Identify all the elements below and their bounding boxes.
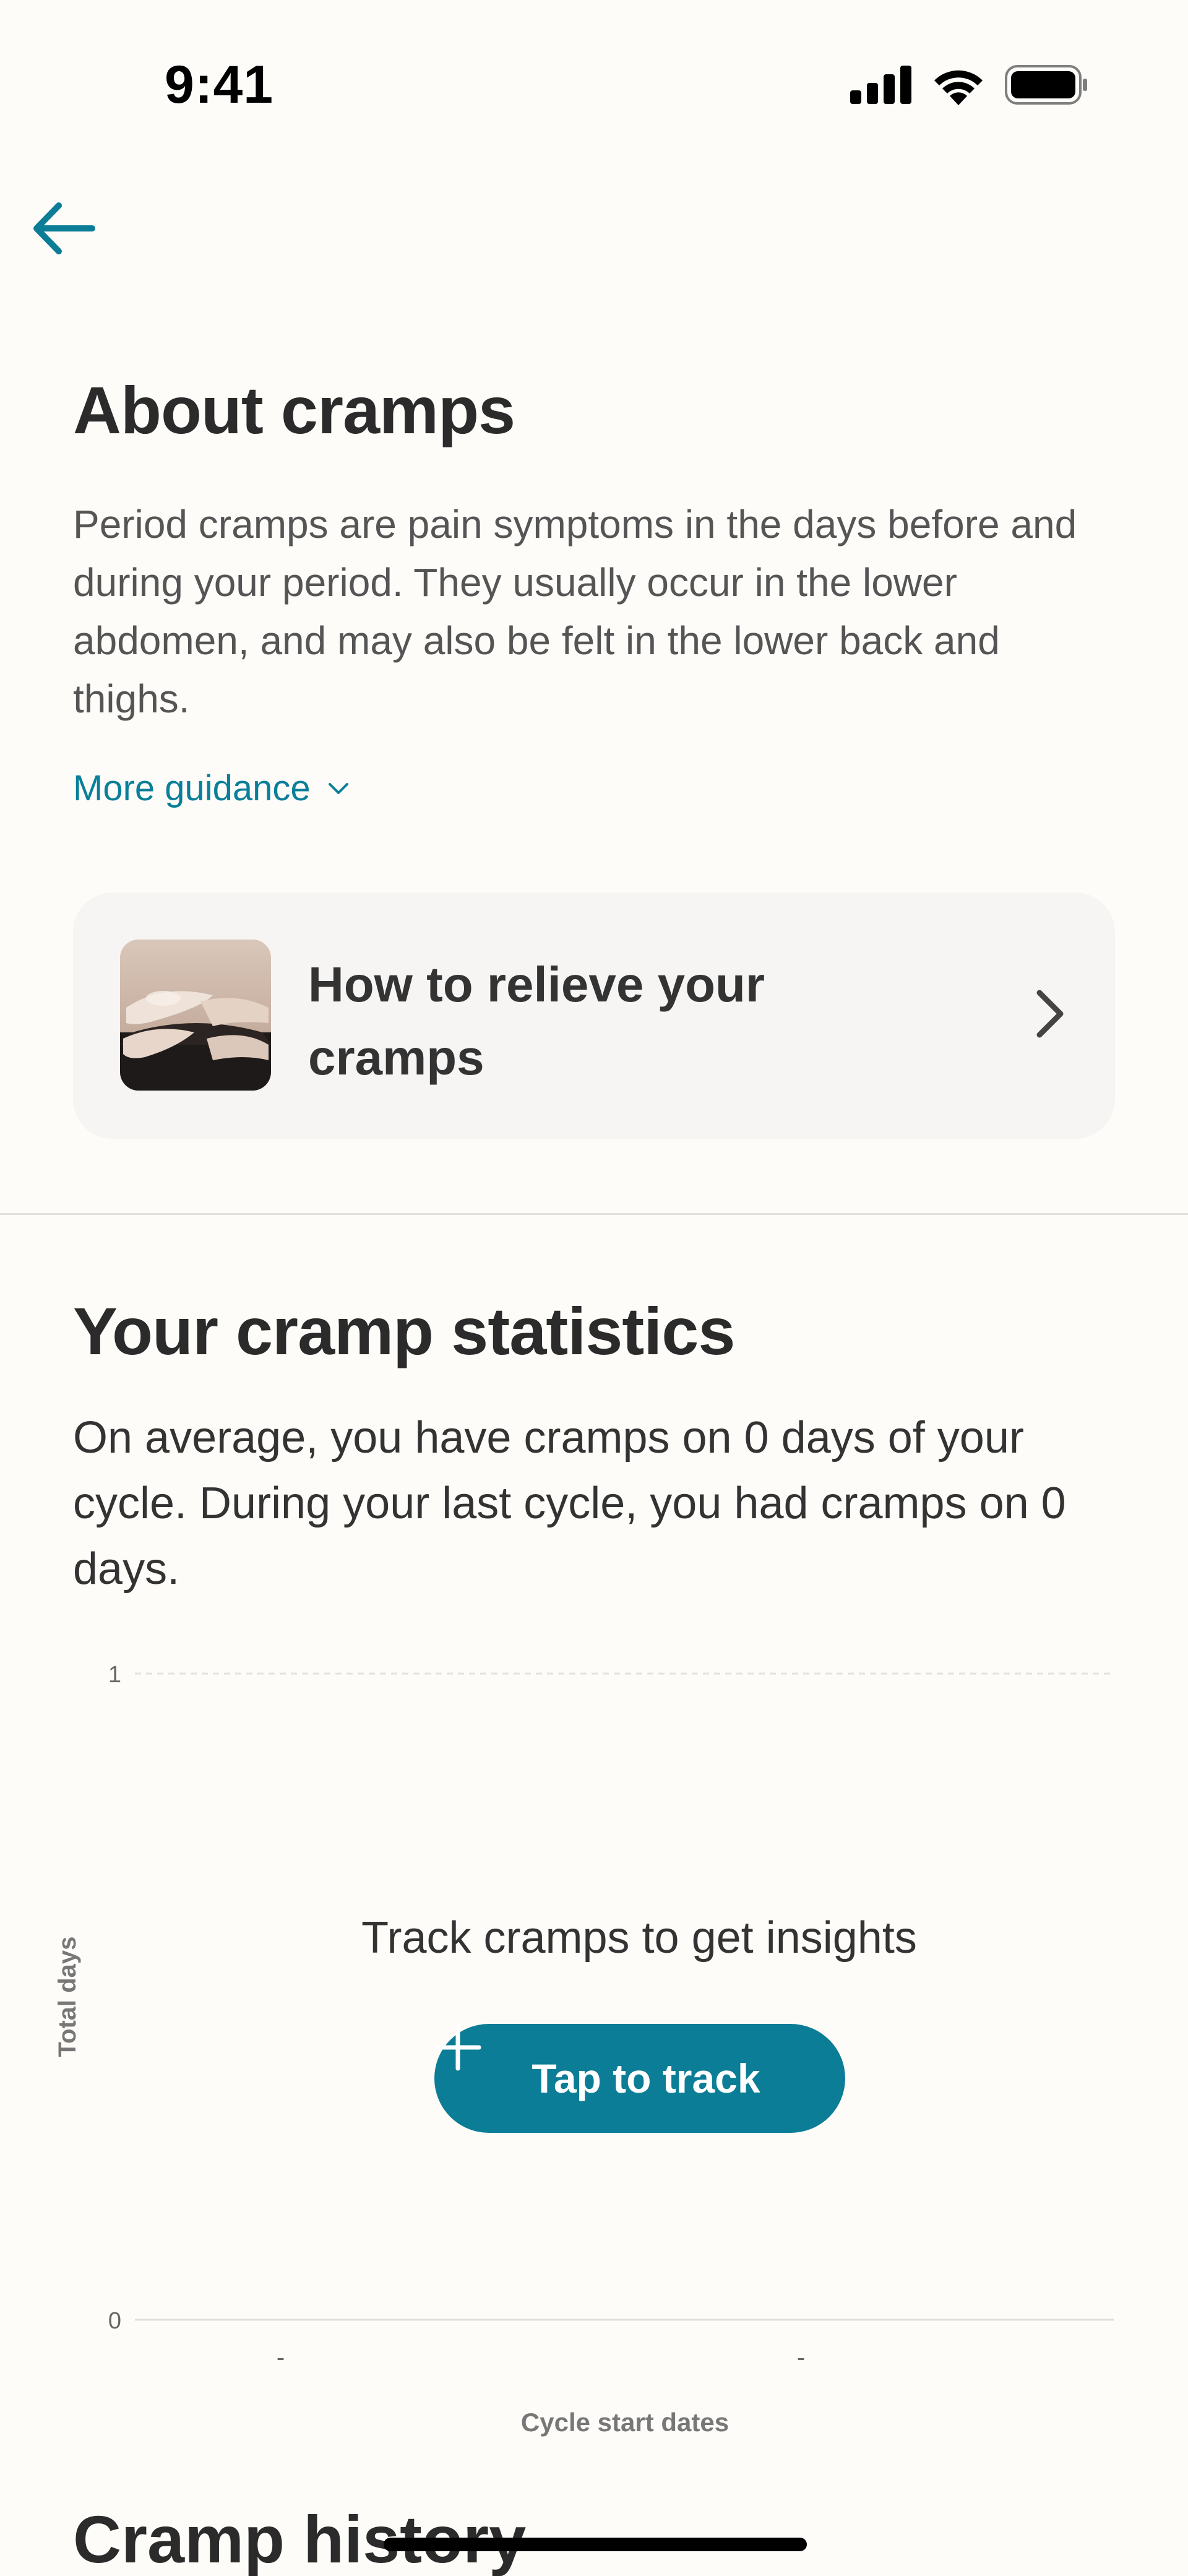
- x-tick-label: -: [277, 2344, 285, 2371]
- chart-empty-message: Track cramps to get insights: [361, 1913, 917, 1963]
- track-button-label: Tap to track: [532, 2055, 760, 2101]
- y-tick-label: 1: [108, 1662, 121, 1688]
- relief-thumbnail: [120, 940, 271, 1091]
- arrow-left-icon: [33, 202, 95, 254]
- status-time: 9:41: [165, 55, 274, 115]
- battery-icon: [1005, 65, 1087, 105]
- wifi-icon: [934, 70, 983, 105]
- chevron-down-icon: [328, 782, 348, 794]
- cellular-signal-icon: [850, 66, 911, 104]
- about-description: Period cramps are pain symptoms in the d…: [73, 502, 1077, 721]
- about-title: About cramps: [73, 373, 515, 447]
- hands-on-belly-image: [120, 940, 271, 1091]
- cramps-screen: 9:41 About cramps Period cramps are pain…: [0, 0, 1188, 2576]
- status-bar: 9:41: [0, 0, 1188, 173]
- back-button[interactable]: [27, 194, 101, 262]
- x-axis-label: Cycle start dates: [521, 2408, 729, 2437]
- status-icons: [850, 64, 1088, 105]
- relief-card-title: How to relieve your cramps: [308, 957, 765, 1085]
- relieve-cramps-card[interactable]: How to relieve your cramps: [73, 893, 1115, 1139]
- plus-icon: [434, 2024, 481, 2071]
- chevron-right-icon: [1035, 988, 1065, 1043]
- x-tick-label: -: [797, 2344, 805, 2371]
- cramp-statistics-chart: 0 1- - Cycle start dates Total days Track cr…: [0, 1634, 1188, 2439]
- section-divider: [0, 1213, 1188, 1215]
- statistics-title: Your cramp statistics: [73, 1294, 735, 1368]
- more-guidance-label: More guidance: [73, 768, 311, 808]
- tap-to-track-button[interactable]: Tap to track: [434, 2024, 845, 2133]
- more-guidance-link[interactable]: More guidance: [73, 767, 349, 809]
- y-tick-label: 0: [108, 2308, 121, 2334]
- statistics-summary: On average, you have cramps on 0 days of…: [73, 1413, 1066, 1594]
- home-indicator: [384, 2538, 807, 2551]
